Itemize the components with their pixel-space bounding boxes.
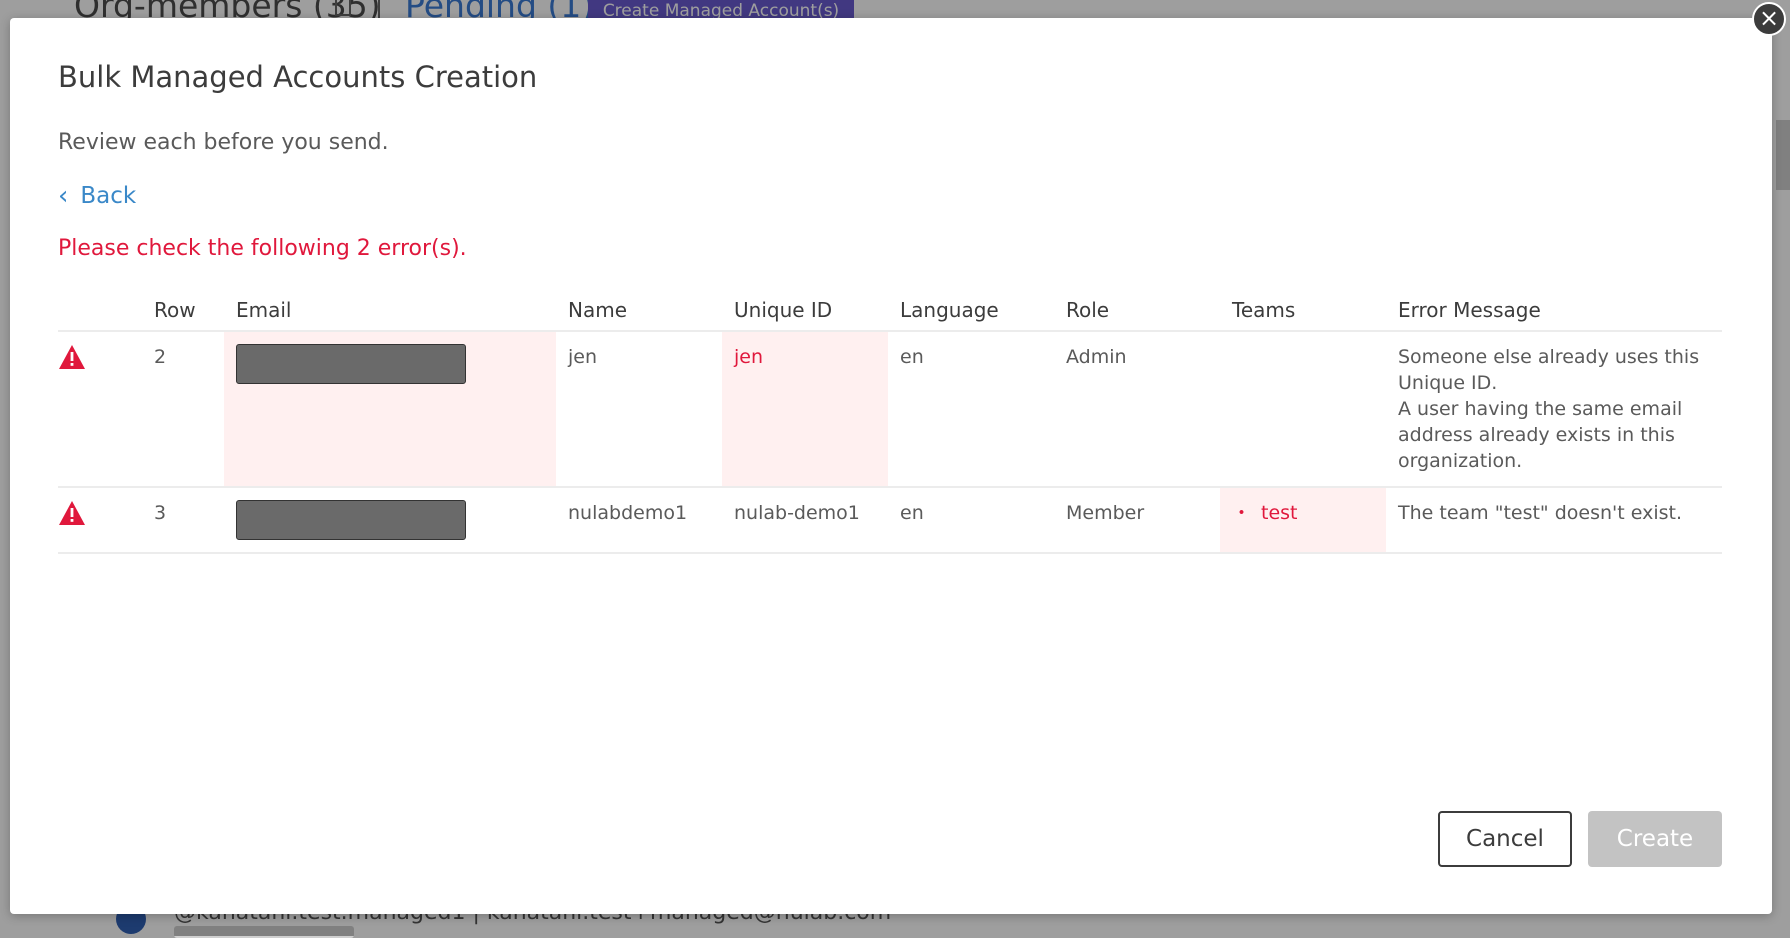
header-row: Row (154, 298, 196, 322)
close-icon[interactable]: × (1752, 2, 1786, 36)
error-message-line: Someone else already uses this Unique ID… (1398, 346, 1700, 394)
cancel-button[interactable]: Cancel (1438, 811, 1572, 867)
language-cell: en (888, 330, 1054, 488)
teams-cell: ・ test (1220, 487, 1386, 554)
header-name: Name (568, 298, 628, 322)
header-language: Language (900, 298, 999, 322)
modal-title: Bulk Managed Accounts Creation (58, 60, 538, 94)
email-cell (224, 330, 556, 488)
table-header-row: Row Email Name Unique ID Language Role T… (58, 290, 1722, 331)
warning-cell (58, 487, 142, 554)
header-email: Email (236, 298, 292, 322)
name-cell: nulabdemo1 (556, 487, 722, 554)
create-button[interactable]: Create (1588, 811, 1722, 867)
redacted-email (236, 500, 466, 540)
team-name: test (1261, 502, 1298, 524)
name-cell: jen (556, 330, 722, 488)
header-teams: Teams (1232, 298, 1296, 322)
header-unique-id: Unique ID (734, 298, 833, 322)
team-bullet: ・ (1232, 502, 1252, 524)
bulk-creation-modal: Bulk Managed Accounts Creation Review ea… (10, 18, 1772, 914)
warning-icon (59, 345, 85, 369)
error-message-line: A user having the same email address alr… (1398, 398, 1683, 472)
row-number: 2 (142, 330, 224, 488)
email-cell (224, 487, 556, 554)
warning-icon (59, 501, 85, 525)
error-message-cell: The team "test" doesn't exist. (1386, 487, 1722, 554)
language-cell: en (888, 487, 1054, 554)
modal-subtitle: Review each before you send. (58, 130, 389, 155)
chevron-left-icon: ‹ (58, 181, 69, 211)
unique-id-cell: jen (722, 330, 888, 488)
row-number: 3 (142, 487, 224, 554)
header-icon (58, 290, 142, 331)
review-table: Row Email Name Unique ID Language Role T… (58, 290, 1722, 554)
teams-cell (1220, 330, 1386, 488)
header-role: Role (1066, 298, 1110, 322)
unique-id-cell: nulab-demo1 (722, 487, 888, 554)
redacted-email (236, 344, 466, 384)
warning-cell (58, 330, 142, 488)
back-link[interactable]: ‹ Back (58, 181, 136, 211)
header-error-message: Error Message (1398, 298, 1541, 322)
role-cell: Admin (1054, 330, 1220, 488)
error-message-line: The team "test" doesn't exist. (1398, 502, 1683, 524)
back-label: Back (80, 183, 137, 209)
table-row: 2 jen jen en Admin Someone else already … (58, 330, 1722, 488)
table-row: 3 nulabdemo1 nulab-demo1 en Member ・ test… (58, 487, 1722, 554)
error-message-cell: Someone else already uses this Unique ID… (1386, 330, 1722, 488)
error-summary: Please check the following 2 error(s). (58, 236, 467, 261)
role-cell: Member (1054, 487, 1220, 554)
